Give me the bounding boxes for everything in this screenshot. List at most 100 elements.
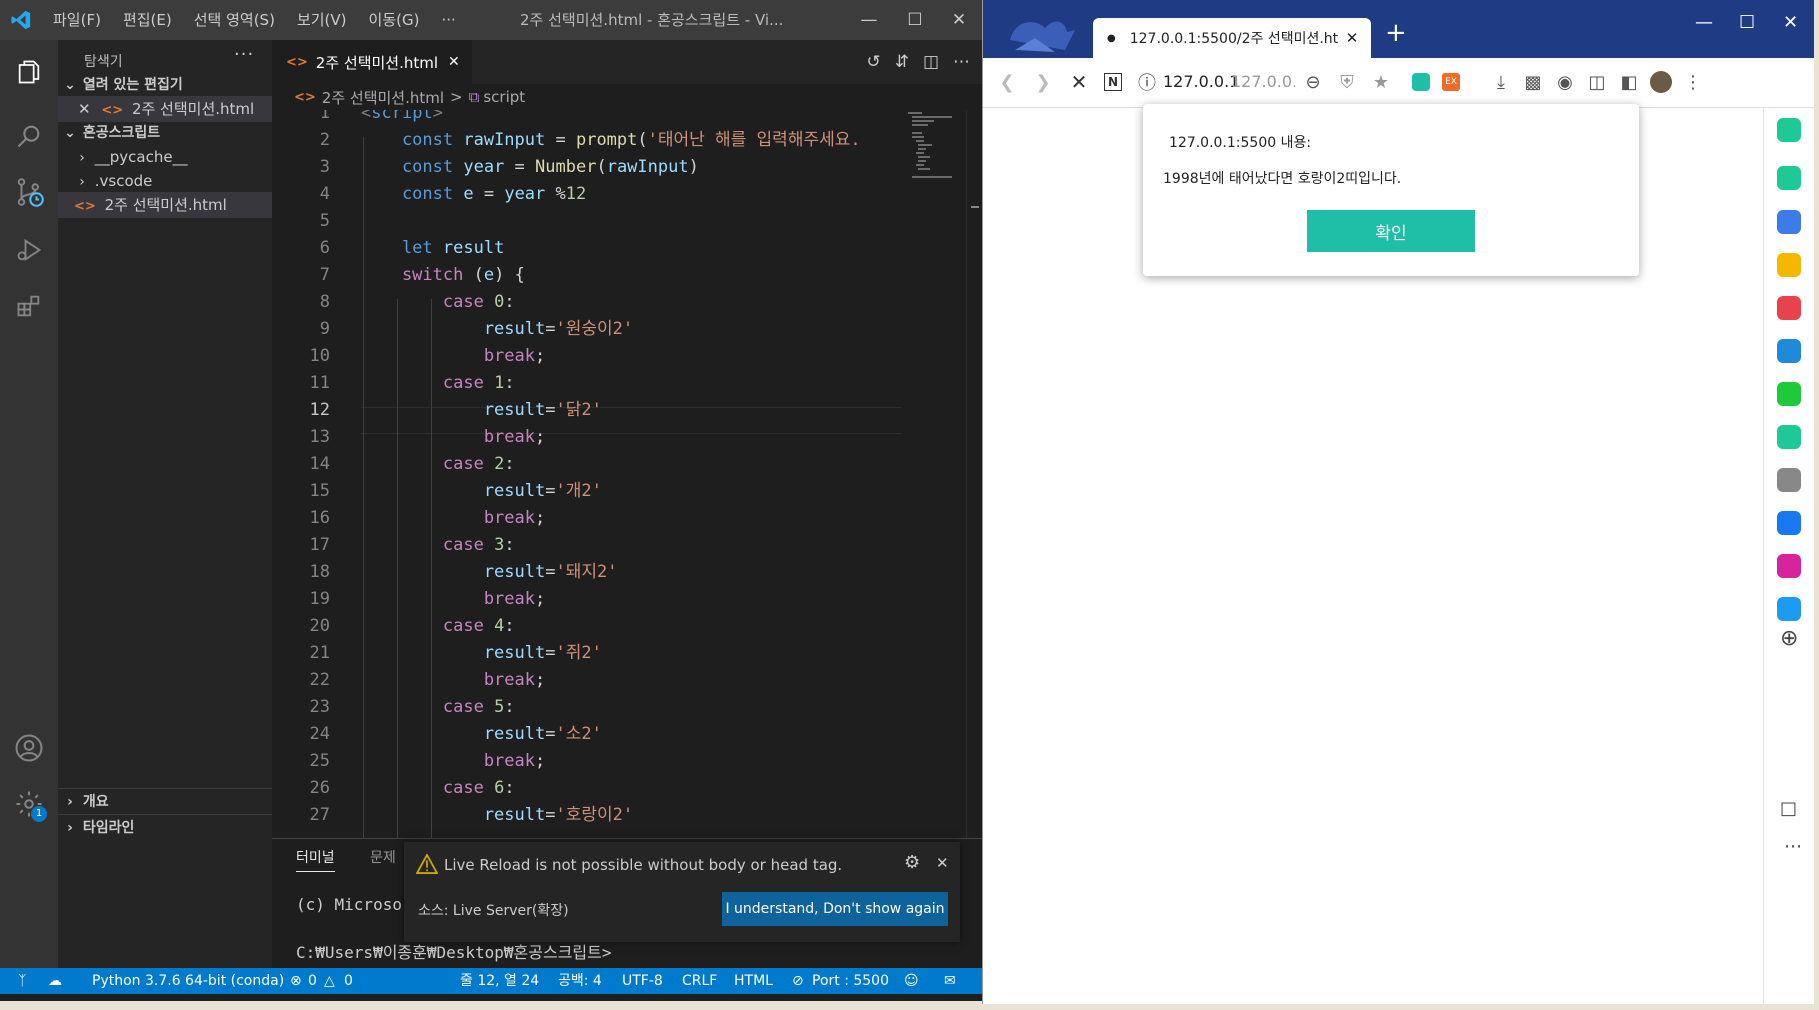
code-line[interactable]: result='닭2' bbox=[361, 397, 602, 424]
stop-loading-icon[interactable]: ✕ bbox=[1065, 68, 1093, 96]
profile-avatar[interactable] bbox=[1647, 68, 1675, 96]
back-icon[interactable]: ❮ bbox=[993, 68, 1021, 96]
code-line[interactable]: switch (e) { bbox=[361, 262, 525, 289]
code-line[interactable]: result='원숭이2' bbox=[361, 316, 633, 343]
folder-header[interactable]: ⌄ 혼공스크립트 bbox=[58, 120, 272, 146]
code-line[interactable]: result='쥐2' bbox=[361, 640, 602, 667]
outline-header[interactable]: › 개요 bbox=[58, 788, 272, 814]
browser-tab-close-icon[interactable]: ✕ bbox=[1346, 29, 1359, 47]
code-line[interactable]: break; bbox=[361, 667, 545, 694]
warning-count[interactable]: 0 bbox=[344, 968, 353, 994]
live-server-icon[interactable]: ⊘ bbox=[792, 968, 804, 994]
sidebar-app-3-icon[interactable] bbox=[1777, 210, 1801, 234]
terminal-prompt[interactable]: C:₩Users₩이종훈₩Desktop₩혼공스크립트> bbox=[296, 939, 612, 963]
settings-gear-icon[interactable]: 1 bbox=[9, 784, 49, 824]
code-line[interactable]: let result bbox=[361, 235, 504, 262]
code-line[interactable]: result='돼지2' bbox=[361, 559, 618, 586]
notifications-bell-icon[interactable]: ✉ bbox=[944, 968, 956, 994]
code-line[interactable]: result='개2' bbox=[361, 478, 602, 505]
notification-close-icon[interactable]: ✕ bbox=[936, 854, 949, 872]
language-mode[interactable]: HTML bbox=[734, 968, 773, 994]
account-icon[interactable] bbox=[9, 728, 49, 768]
sidebar-more-icon[interactable]: ⋯ bbox=[1784, 836, 1802, 857]
error-icon[interactable]: ⊗ bbox=[290, 968, 302, 994]
browser-maximize-icon[interactable]: ☐ bbox=[1739, 12, 1755, 33]
sidebar-app-4-icon[interactable] bbox=[1777, 253, 1801, 277]
maximize-icon[interactable]: ☐ bbox=[892, 0, 938, 40]
dont-show-again-button[interactable]: I understand, Don't show again bbox=[722, 892, 948, 926]
cursor-position[interactable]: 줄 12, 열 24 bbox=[460, 968, 539, 994]
tab-problems[interactable]: 문제 bbox=[370, 847, 396, 867]
sidebar-panel-icon[interactable]: □ bbox=[1780, 798, 1797, 819]
menu-more[interactable]: ··· bbox=[430, 0, 466, 40]
sidebar-app-9-icon[interactable] bbox=[1777, 468, 1801, 492]
run-debug-icon[interactable] bbox=[9, 230, 49, 270]
code-line[interactable]: break; bbox=[361, 424, 545, 451]
code-line[interactable]: break; bbox=[361, 748, 545, 775]
close-icon[interactable]: ✕ bbox=[936, 0, 982, 40]
sidebar-app-7-icon[interactable] bbox=[1777, 382, 1801, 406]
code-line[interactable]: const e = year %12 bbox=[361, 181, 586, 208]
address-bar-host[interactable]: 127.0.0.1 bbox=[1163, 72, 1239, 91]
browser-close-icon[interactable]: ✕ bbox=[1783, 12, 1798, 33]
editor-scrollbar[interactable] bbox=[966, 110, 980, 838]
extension-ex-icon[interactable]: EX bbox=[1437, 68, 1465, 96]
notification-settings-icon[interactable]: ⚙ bbox=[904, 852, 920, 873]
code-line[interactable]: break; bbox=[361, 505, 545, 532]
code-line[interactable]: case 6: bbox=[361, 775, 515, 802]
sidebar-app-2-icon[interactable] bbox=[1777, 166, 1801, 190]
code-line[interactable]: case 4: bbox=[361, 613, 515, 640]
sidebar-app-8-icon[interactable] bbox=[1777, 425, 1801, 449]
error-count[interactable]: 0 bbox=[308, 968, 317, 994]
download-icon[interactable]: ⤓ bbox=[1487, 68, 1515, 96]
code-line[interactable]: result='호랑이2' bbox=[361, 802, 633, 829]
code-line[interactable]: case 2: bbox=[361, 451, 515, 478]
explorer-icon[interactable] bbox=[9, 52, 49, 92]
minimap[interactable] bbox=[906, 110, 966, 190]
forward-icon[interactable]: ❯ bbox=[1029, 68, 1057, 96]
close-editor-icon[interactable]: ✕ bbox=[78, 100, 91, 118]
line-ending[interactable]: CRLF bbox=[682, 968, 717, 994]
sync-icon[interactable]: ☁ bbox=[48, 968, 62, 994]
confirm-button[interactable]: 확인 bbox=[1307, 210, 1475, 252]
breadcrumb-file[interactable]: 2주 선택미션.html bbox=[322, 87, 444, 108]
split-editor-icon[interactable]: ◫ bbox=[923, 52, 939, 72]
camera-icon[interactable]: ◉ bbox=[1551, 68, 1579, 96]
feedback-icon[interactable]: ☺ bbox=[904, 968, 919, 994]
sidebar-add-icon[interactable]: ⊕ bbox=[1780, 626, 1798, 651]
source-control-icon[interactable] bbox=[9, 172, 49, 212]
code-editor[interactable]: 1 2 3 4 5 6 7 8 9 10 11 12 13 14 15 16 17 18 19 20 21 22 23 24 2… bbox=[272, 110, 982, 838]
video-icon[interactable]: ▩ bbox=[1519, 68, 1547, 96]
code-line[interactable]: <script> bbox=[361, 110, 443, 127]
code-line[interactable]: const rawInput = prompt('태어난 해를 입력해주세요. bbox=[361, 127, 861, 154]
sidebar-app-5-icon[interactable] bbox=[1777, 296, 1801, 320]
open-editors-header[interactable]: ⌄ 열려 있는 편집기 bbox=[58, 72, 272, 98]
warning-status-icon[interactable]: △ bbox=[324, 968, 335, 994]
sidebar-app-6-icon[interactable] bbox=[1777, 339, 1801, 363]
browser-menu-icon[interactable]: ⋮ bbox=[1679, 68, 1707, 96]
sidebar-toggle-icon[interactable]: ◧ bbox=[1615, 68, 1643, 96]
site-info-icon[interactable]: ⓘ bbox=[1133, 68, 1161, 96]
folder-item-pycache[interactable]: › __pycache__ bbox=[58, 144, 272, 170]
instagram-icon[interactable] bbox=[1777, 554, 1801, 578]
explorer-more-button[interactable]: ··· bbox=[234, 44, 254, 65]
bookmark-star-icon[interactable]: ★ bbox=[1367, 68, 1395, 96]
code-line[interactable]: break; bbox=[361, 343, 545, 370]
live-server-port[interactable]: Port : 5500 bbox=[812, 968, 889, 994]
indentation[interactable]: 공백: 4 bbox=[558, 968, 602, 994]
file-item-html[interactable]: <> 2주 선택미션.html bbox=[58, 192, 272, 218]
compare-changes-icon[interactable]: ⇵ bbox=[895, 52, 909, 72]
breadcrumb-symbol[interactable]: script bbox=[483, 88, 525, 106]
history-icon[interactable]: ↺ bbox=[866, 52, 880, 72]
search-icon[interactable] bbox=[9, 116, 49, 156]
minimize-icon[interactable]: — bbox=[846, 0, 892, 40]
folder-item-vscode[interactable]: › .vscode bbox=[58, 168, 272, 194]
open-editor-item[interactable]: ✕ <> 2주 선택미션.html bbox=[58, 96, 272, 122]
browser-minimize-icon[interactable]: — bbox=[1695, 12, 1713, 33]
code-line[interactable]: case 0: bbox=[361, 289, 515, 316]
menu-view[interactable]: 보기(V) bbox=[286, 0, 358, 40]
code-line[interactable]: case 3: bbox=[361, 532, 515, 559]
notion-icon[interactable]: N bbox=[1099, 68, 1127, 96]
code-line[interactable]: case 1: bbox=[361, 370, 515, 397]
tab-terminal[interactable]: 터미널 bbox=[296, 847, 335, 872]
